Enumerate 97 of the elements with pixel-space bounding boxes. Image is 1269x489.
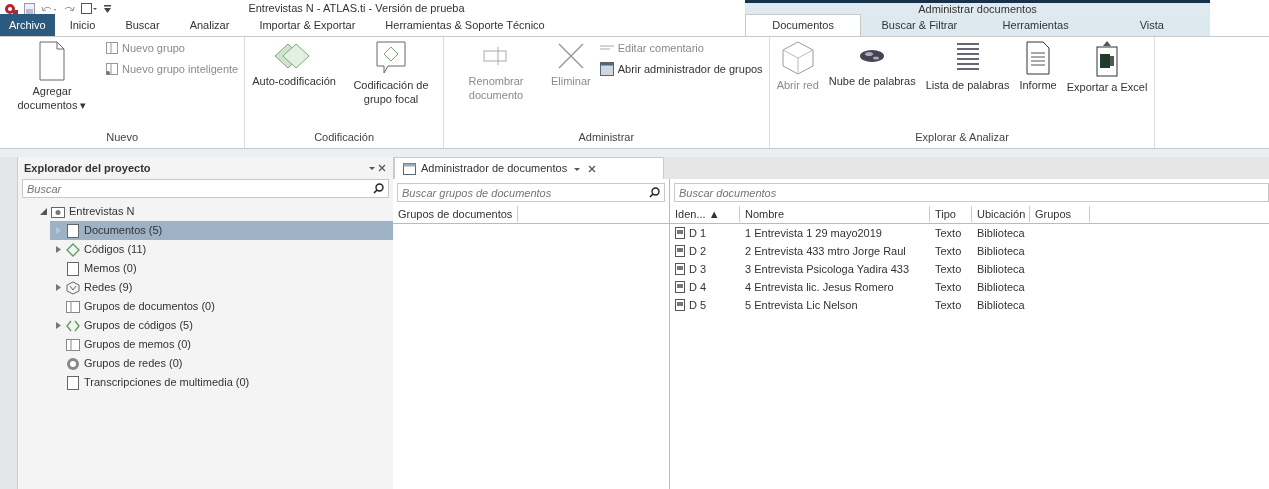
close-icon[interactable] bbox=[377, 163, 387, 173]
text-document-icon bbox=[675, 281, 685, 293]
table-cell-text: Biblioteca bbox=[976, 225, 1026, 241]
collapse-arrow-icon[interactable] bbox=[40, 208, 47, 215]
ribbon-tab[interactable]: Documentos bbox=[745, 13, 862, 36]
search-field[interactable]: Buscar grupos de documentos bbox=[397, 183, 665, 202]
group-icon bbox=[66, 299, 80, 314]
tree-item[interactable]: Grupos de memos (0) bbox=[50, 335, 393, 354]
column-header[interactable]: Nombre bbox=[740, 205, 930, 223]
contextual-tab-group: Administrar documentos bbox=[745, 0, 1210, 17]
ribbon-tab[interactable]: Archivo bbox=[0, 13, 55, 36]
close-icon[interactable] bbox=[587, 163, 598, 174]
expand-arrow-icon bbox=[55, 321, 61, 329]
expand-arrow-icon bbox=[55, 283, 61, 291]
group-icon bbox=[106, 62, 118, 75]
group-label: Nuevo bbox=[105, 130, 139, 145]
table-cell-text: D 4 bbox=[689, 279, 707, 295]
diamond-icon bbox=[66, 242, 80, 257]
ribbon-button[interactable]: Informe bbox=[1016, 39, 1060, 128]
table-cell-text: Texto bbox=[934, 279, 963, 295]
speech-bubble-icon bbox=[376, 41, 406, 75]
table-cell-text: 3 Entrevista Psicologa Yadira 433 bbox=[744, 261, 911, 277]
table-cell-text: D 3 bbox=[689, 261, 707, 277]
ribbon-tab[interactable]: Inicio bbox=[54, 13, 111, 36]
close-icon bbox=[555, 41, 586, 71]
ribbon-tab[interactable]: Analizar bbox=[174, 13, 245, 36]
document-tab[interactable]: Administrador de documentos bbox=[394, 157, 664, 179]
project-icon bbox=[51, 205, 65, 218]
report-icon bbox=[1025, 41, 1052, 75]
search-icon bbox=[649, 187, 660, 198]
ribbon-button[interactable]: Exportar a Excel bbox=[1063, 39, 1151, 128]
document-icon bbox=[37, 41, 67, 81]
group-icon bbox=[106, 42, 118, 55]
ribbon-tab[interactable]: Buscar bbox=[110, 13, 175, 36]
text-document-icon bbox=[675, 227, 685, 239]
table-cell-text: Texto bbox=[934, 297, 963, 313]
tree-item[interactable]: Redes (9) bbox=[50, 278, 393, 297]
column-header[interactable]: Iden... ▲ bbox=[670, 205, 740, 223]
table-cell-text: Texto bbox=[934, 261, 963, 277]
tree-item[interactable]: Transcripciones de multimedia (0) bbox=[50, 373, 393, 392]
column-header[interactable]: Grupos bbox=[1030, 205, 1090, 223]
ribbon-button[interactable]: Lista de palabras bbox=[922, 39, 1013, 128]
calendar-icon bbox=[599, 61, 614, 76]
hexagon-icon bbox=[780, 41, 815, 75]
group-label: Explorar & Analizar bbox=[914, 130, 1010, 145]
expand-arrow-icon bbox=[55, 245, 61, 253]
table-cell-text: D 2 bbox=[689, 243, 707, 259]
text-document-icon bbox=[675, 245, 685, 257]
tree-item[interactable]: Códigos (11) bbox=[50, 240, 393, 259]
table-cell-text: 5 Entrevista Lic Nelson bbox=[744, 297, 859, 313]
expand-arrow-icon bbox=[55, 226, 61, 234]
group-label: Administrar bbox=[577, 130, 636, 145]
table-cell-text: 4 Entrevista lic. Jesus Romero bbox=[744, 279, 895, 295]
customize-icon[interactable] bbox=[103, 3, 112, 14]
network-icon bbox=[66, 280, 80, 295]
column-header[interactable]: Grupos de documentos bbox=[393, 205, 519, 223]
text-document-icon bbox=[675, 299, 685, 311]
document-icon bbox=[66, 223, 80, 238]
tree-item[interactable]: Entrevistas N bbox=[69, 203, 135, 220]
table-cell-text: Texto bbox=[934, 243, 963, 259]
search-field[interactable]: Buscar documentos bbox=[674, 183, 1269, 202]
table-cell-text: D 5 bbox=[689, 297, 707, 313]
window-icon[interactable] bbox=[81, 2, 97, 15]
table-cell-text: Biblioteca bbox=[976, 297, 1026, 313]
tree-item[interactable]: Grupos de documentos (0) bbox=[50, 297, 393, 316]
save-icon[interactable] bbox=[24, 2, 35, 15]
column-header[interactable]: Ubicación bbox=[972, 205, 1030, 223]
table-cell-text: 1 Entrevista 1 29 mayo2019 bbox=[744, 225, 883, 241]
excel-export-icon bbox=[1094, 41, 1121, 77]
ribbon-button[interactable]: Codificación de grupo focal bbox=[343, 39, 439, 128]
comment-icon bbox=[599, 44, 614, 53]
column-header[interactable]: Tipo bbox=[930, 205, 972, 223]
ribbon-button[interactable]: Nube de palabras bbox=[825, 39, 919, 128]
search-icon bbox=[373, 183, 384, 194]
memo-icon bbox=[66, 261, 80, 276]
app-logo-icon bbox=[4, 2, 18, 15]
table-cell-text: D 1 bbox=[689, 225, 707, 241]
ribbon-button[interactable]: Abrir administrador de grupos bbox=[597, 59, 765, 78]
panel-title: Explorador del proyecto bbox=[24, 160, 151, 176]
document-icon bbox=[66, 375, 80, 390]
group-label: Codificación bbox=[313, 130, 376, 145]
table-cell-text: Biblioteca bbox=[976, 243, 1026, 259]
table-cell-text: 2 Entrevista 433 mtro Jorge Raul bbox=[744, 243, 907, 259]
ribbon-button[interactable]: Agregar documentos ▾ bbox=[4, 39, 100, 128]
tree-item[interactable]: Memos (0) bbox=[50, 259, 393, 278]
diamond-group-icon bbox=[66, 318, 80, 333]
table-cell-text: Biblioteca bbox=[976, 261, 1026, 277]
tree-item[interactable]: Grupos de redes (0) bbox=[50, 354, 393, 373]
tree-item[interactable]: Grupos de códigos (5) bbox=[50, 316, 393, 335]
group-icon bbox=[66, 337, 80, 352]
window-icon bbox=[403, 162, 416, 175]
search-field[interactable]: Buscar bbox=[22, 179, 389, 198]
text-document-icon bbox=[675, 263, 685, 275]
tree-item[interactable]: Documentos (5) bbox=[50, 221, 393, 240]
ribbon-button[interactable]: Auto-codificación bbox=[249, 39, 339, 128]
table-cell-text: Biblioteca bbox=[976, 279, 1026, 295]
table-cell-text: Texto bbox=[934, 225, 963, 241]
